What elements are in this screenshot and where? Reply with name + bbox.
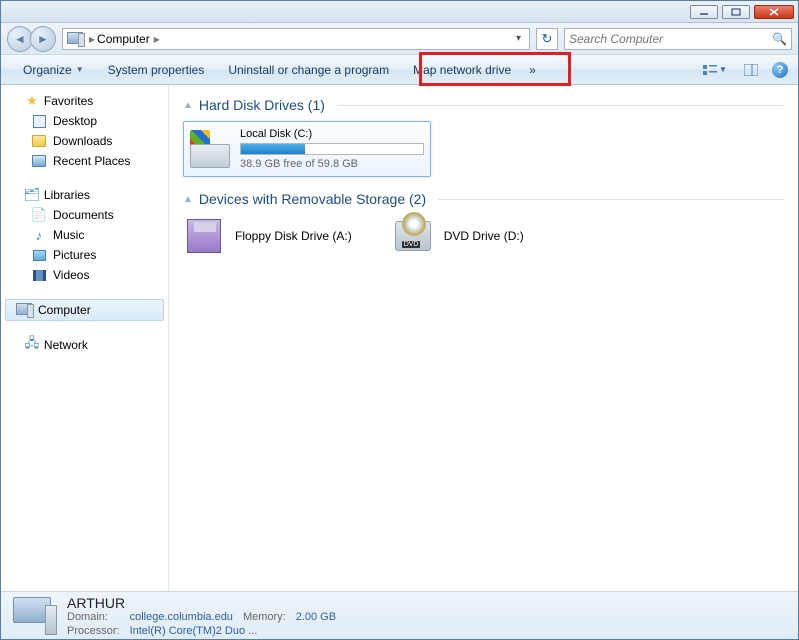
preview-pane-button[interactable] bbox=[736, 60, 766, 80]
hard-drives-header[interactable]: ▲ Hard Disk Drives (1) bbox=[183, 97, 784, 113]
help-button[interactable]: ? bbox=[772, 62, 788, 78]
chevron-down-icon: ▼ bbox=[76, 65, 84, 74]
drive-local-disk-c[interactable]: Local Disk (C:) 38.9 GB free of 59.8 GB bbox=[183, 121, 431, 177]
sidebar-item-label: Videos bbox=[53, 268, 89, 282]
recent-places-icon bbox=[31, 153, 47, 169]
close-button[interactable] bbox=[754, 5, 794, 19]
window-titlebar bbox=[1, 1, 798, 23]
collapse-icon: ▲ bbox=[183, 194, 193, 205]
favorites-group: ▷ ★ Favorites Desktop Downloads Recent P… bbox=[1, 91, 168, 171]
sidebar-item-computer[interactable]: Computer bbox=[5, 299, 164, 321]
libraries-label: Libraries bbox=[44, 188, 90, 202]
processor-value: Intel(R) Core(TM)2 Duo ... bbox=[130, 625, 337, 637]
removable-storage-header[interactable]: ▲ Devices with Removable Storage (2) bbox=[183, 191, 784, 207]
libraries-header[interactable]: ▷ 🗂 Libraries bbox=[1, 185, 168, 205]
computer-name: ARTHUR bbox=[67, 595, 336, 611]
sidebar-item-label: Recent Places bbox=[53, 154, 130, 168]
computer-large-icon bbox=[13, 597, 55, 635]
uninstall-program-button[interactable]: Uninstall or change a program bbox=[216, 55, 401, 84]
libraries-group: ▷ 🗂 Libraries 📄 Documents ♪ Music Pictur… bbox=[1, 185, 168, 285]
computer-icon bbox=[67, 32, 83, 46]
pictures-icon bbox=[31, 247, 47, 263]
drive-free-text: 38.9 GB free of 59.8 GB bbox=[240, 158, 424, 170]
minimize-button[interactable] bbox=[690, 5, 718, 19]
details-pane: ARTHUR Domain: college.columbia.edu Memo… bbox=[1, 591, 798, 639]
sidebar-item-videos[interactable]: Videos bbox=[1, 265, 168, 285]
sidebar-item-downloads[interactable]: Downloads bbox=[1, 131, 168, 151]
sidebar-item-label: Desktop bbox=[53, 114, 97, 128]
sidebar-item-pictures[interactable]: Pictures bbox=[1, 245, 168, 265]
command-toolbar: Organize ▼ System properties Uninstall o… bbox=[1, 55, 798, 85]
sidebar-item-label: Downloads bbox=[53, 134, 112, 148]
sidebar-item-music[interactable]: ♪ Music bbox=[1, 225, 168, 245]
search-input[interactable] bbox=[569, 32, 772, 46]
memory-label: Memory: bbox=[243, 611, 286, 623]
search-icon: 🔍 bbox=[772, 32, 787, 46]
music-icon: ♪ bbox=[31, 227, 47, 243]
uninstall-label: Uninstall or change a program bbox=[228, 63, 389, 77]
content-pane: ▲ Hard Disk Drives (1) Local Disk (C:) 3… bbox=[169, 85, 798, 591]
computer-icon bbox=[16, 302, 32, 318]
sidebar-item-documents[interactable]: 📄 Documents bbox=[1, 205, 168, 225]
view-mode-button[interactable]: ▼ bbox=[700, 60, 730, 80]
documents-icon: 📄 bbox=[31, 207, 47, 223]
domain-value: college.columbia.edu bbox=[130, 611, 233, 623]
breadcrumb-root[interactable]: Computer bbox=[97, 32, 150, 46]
desktop-icon bbox=[31, 113, 47, 129]
section-title: Devices with Removable Storage (2) bbox=[199, 191, 426, 207]
collapse-icon: ▲ bbox=[183, 100, 193, 111]
sidebar-item-network[interactable]: ▷ 🖧 Network bbox=[1, 335, 168, 355]
drive-usage-fill bbox=[241, 144, 305, 154]
system-properties-label: System properties bbox=[108, 63, 205, 77]
main-area: ▷ ★ Favorites Desktop Downloads Recent P… bbox=[1, 85, 798, 591]
sidebar-item-desktop[interactable]: Desktop bbox=[1, 111, 168, 131]
network-icon: 🖧 bbox=[24, 337, 40, 353]
network-group: ▷ 🖧 Network bbox=[1, 335, 168, 355]
libraries-icon: 🗂 bbox=[24, 187, 40, 203]
downloads-icon bbox=[31, 133, 47, 149]
videos-icon bbox=[31, 267, 47, 283]
search-box[interactable]: 🔍 bbox=[564, 28, 792, 50]
drive-usage-bar bbox=[240, 143, 424, 155]
address-dropdown[interactable]: ▾ bbox=[512, 33, 525, 44]
breadcrumb-sep: ▸ bbox=[89, 32, 95, 46]
maximize-button[interactable] bbox=[722, 5, 750, 19]
section-title: Hard Disk Drives (1) bbox=[199, 97, 325, 113]
navigation-pane: ▷ ★ Favorites Desktop Downloads Recent P… bbox=[1, 85, 169, 591]
sidebar-item-recent-places[interactable]: Recent Places bbox=[1, 151, 168, 171]
drive-name: DVD Drive (D:) bbox=[444, 229, 524, 243]
sidebar-item-label: Computer bbox=[38, 303, 91, 317]
forward-button[interactable]: ► bbox=[30, 26, 56, 52]
star-icon: ★ bbox=[24, 93, 40, 109]
sidebar-item-label: Documents bbox=[53, 208, 114, 222]
system-properties-button[interactable]: System properties bbox=[96, 55, 217, 84]
divider bbox=[337, 105, 784, 106]
chevron-down-icon: ▼ bbox=[719, 65, 727, 74]
drive-name: Floppy Disk Drive (A:) bbox=[235, 229, 352, 243]
address-bar[interactable]: ▸ Computer ▸ ▾ bbox=[62, 28, 530, 50]
divider bbox=[438, 199, 784, 200]
organize-label: Organize bbox=[23, 63, 72, 77]
dvd-icon bbox=[392, 215, 434, 257]
computer-group: Computer bbox=[1, 299, 168, 321]
domain-label: Domain: bbox=[67, 611, 120, 623]
floppy-icon bbox=[183, 215, 225, 257]
drive-floppy-a[interactable]: Floppy Disk Drive (A:) bbox=[183, 215, 352, 257]
annotation-highlight-box bbox=[419, 52, 571, 86]
sidebar-item-label: Music bbox=[53, 228, 84, 242]
drive-dvd-d[interactable]: DVD Drive (D:) bbox=[392, 215, 524, 257]
refresh-button[interactable]: ↻ bbox=[536, 28, 558, 50]
organize-menu[interactable]: Organize ▼ bbox=[11, 55, 96, 84]
sidebar-item-label: Network bbox=[44, 338, 88, 352]
favorites-header[interactable]: ▷ ★ Favorites bbox=[1, 91, 168, 111]
breadcrumb-sep: ▸ bbox=[154, 32, 160, 46]
hard-drive-icon bbox=[190, 130, 232, 168]
sidebar-item-label: Pictures bbox=[53, 248, 96, 262]
navigation-bar: ◄ ► ▸ Computer ▸ ▾ ↻ 🔍 bbox=[1, 23, 798, 55]
processor-label: Processor: bbox=[67, 625, 120, 637]
drive-name: Local Disk (C:) bbox=[240, 128, 424, 140]
memory-value: 2.00 GB bbox=[296, 611, 336, 623]
favorites-label: Favorites bbox=[44, 94, 93, 108]
